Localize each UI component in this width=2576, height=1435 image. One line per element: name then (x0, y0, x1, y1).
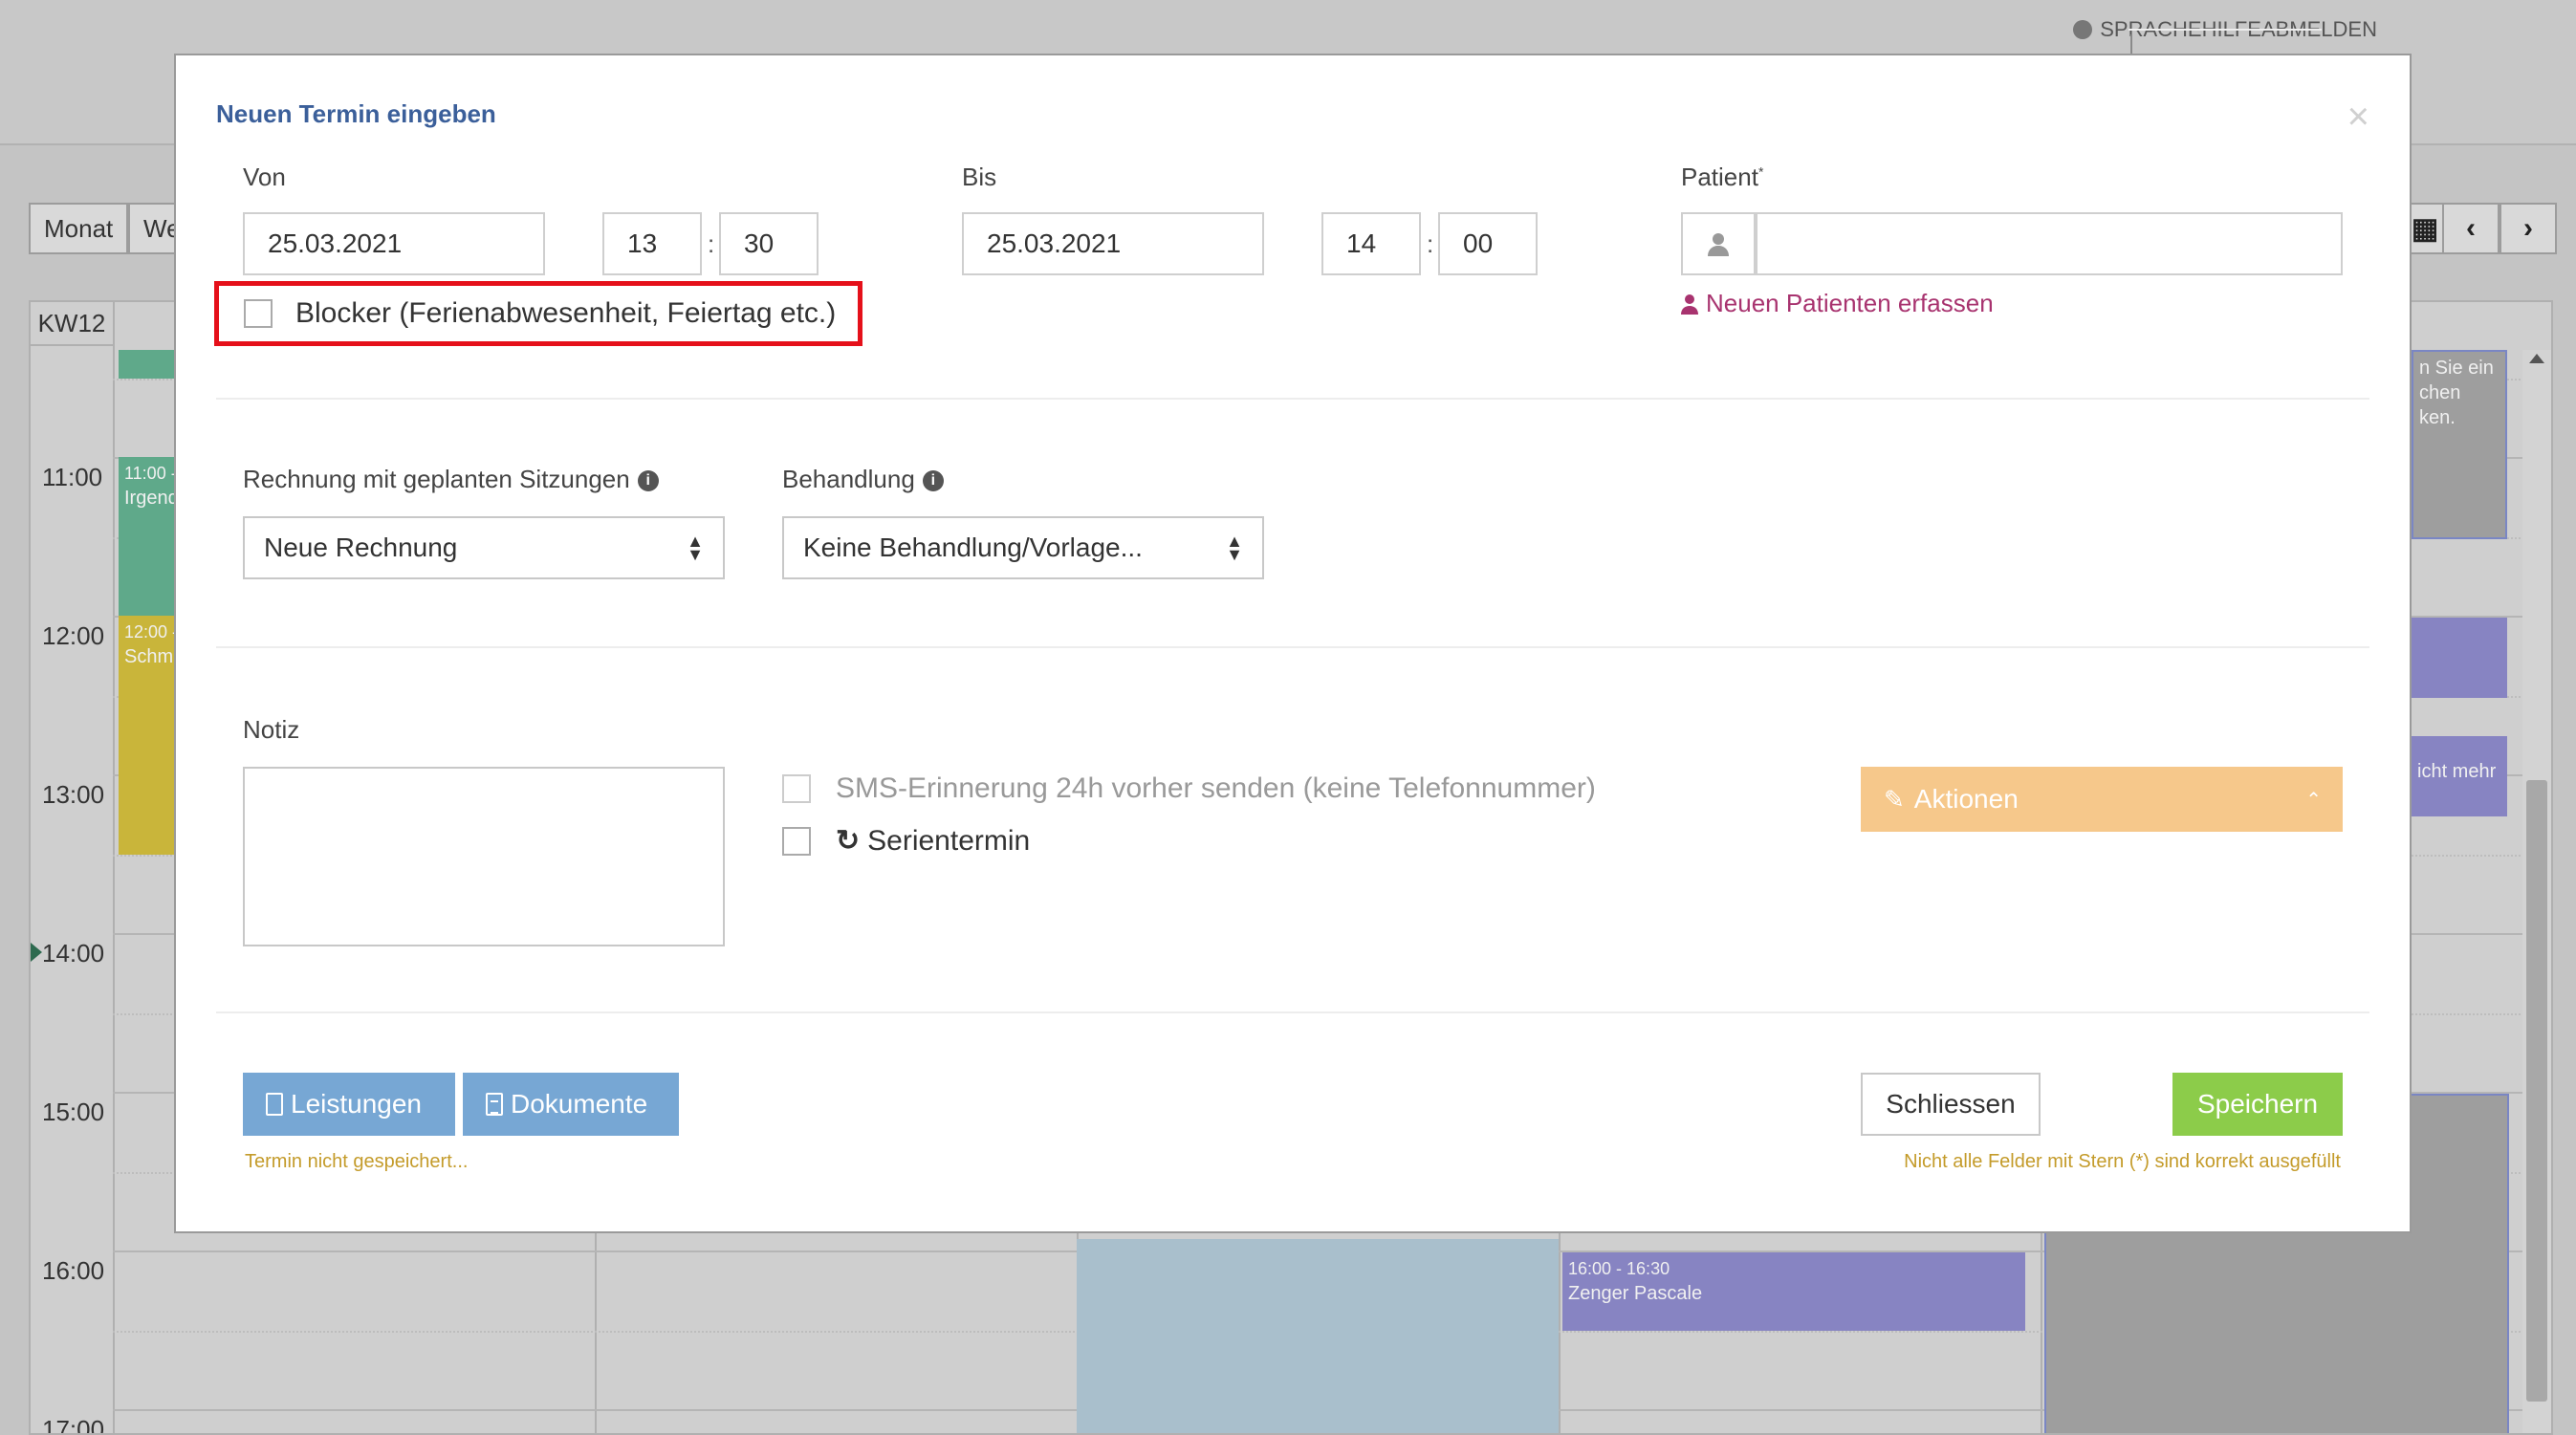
globe-icon (2073, 20, 2093, 39)
sms-reminder-option[interactable]: SMS-Erinnerung 24h vorher senden (keine … (782, 772, 1596, 805)
time-label: 14:00 (42, 939, 105, 968)
rechnung-label-text: Rechnung mit geplanten Sitzungen (243, 465, 630, 493)
new-patient-link-text: Neuen Patienten erfassen (1706, 289, 1994, 317)
scroll-up-icon[interactable] (2529, 354, 2544, 363)
schliessen-button[interactable]: Schliessen (1861, 1073, 2041, 1136)
serientermin-label: Serientermin (867, 824, 1031, 857)
view-month-button[interactable]: Monat (29, 203, 128, 254)
serientermin-text: ↻ Serientermin (836, 824, 1030, 858)
info-icon[interactable]: i (922, 470, 944, 492)
link-separator: | (2128, 29, 2322, 54)
event-title: Zenger Pascale (1568, 1283, 1703, 1304)
behandlung-label-text: Behandlung (782, 465, 915, 493)
chevron-up-icon: ⌃ (2305, 789, 2322, 811)
calendar-event[interactable] (2412, 618, 2507, 698)
event-text: n Sie ein (2419, 358, 2494, 379)
scroll-thumb[interactable] (2526, 780, 2547, 1402)
dialog-title: Neuen Termin eingeben (216, 99, 496, 128)
section-divider (216, 646, 2369, 648)
user-icon (1681, 212, 1756, 275)
serientermin-checkbox[interactable] (782, 826, 811, 856)
rechnung-select[interactable]: Neue Rechnung ▲ ▼ (243, 516, 725, 579)
behandlung-label: Behandlung i (782, 465, 944, 494)
required-mark: * (1757, 163, 1764, 180)
now-indicator (31, 943, 42, 962)
info-icon[interactable]: i (637, 470, 659, 492)
von-label: Von (243, 163, 286, 191)
rechnung-value: Neue Rechnung (264, 533, 458, 562)
section-divider (216, 1011, 2369, 1013)
file-icon (266, 1093, 283, 1116)
von-minute-input[interactable]: 30 (719, 212, 819, 275)
file-text-icon (486, 1093, 503, 1116)
bis-label: Bis (962, 163, 997, 191)
week-number: KW12 (31, 302, 115, 346)
behandlung-value: Keine Behandlung/Vorlage... (803, 533, 1143, 562)
dokumente-button[interactable]: Dokumente (463, 1073, 679, 1136)
validation-hint: Nicht alle Felder mit Stern (*) sind kor… (1904, 1151, 2341, 1172)
bis-date-input[interactable]: 25.03.2021 (962, 212, 1264, 275)
patient-label: Patient* (1681, 163, 1763, 192)
bis-hour-input[interactable]: 14 (1321, 212, 1421, 275)
time-label: 13:00 (42, 780, 105, 809)
prev-week-button[interactable]: ‹ (2442, 203, 2500, 254)
edit-icon: ✎ (1884, 784, 1905, 814)
patient-label-text: Patient (1681, 163, 1758, 191)
time-label: 15:00 (42, 1098, 105, 1126)
event-text: chen (2419, 382, 2461, 403)
time-label: 16:00 (42, 1256, 105, 1285)
save-status-text: Termin nicht gespeichert... (245, 1151, 469, 1172)
patient-input[interactable] (1756, 212, 2343, 275)
sms-checkbox[interactable] (782, 774, 811, 803)
calendar-scrollbar[interactable] (2522, 350, 2551, 1433)
select-arrows-icon: ▲ ▼ (687, 532, 704, 564)
von-hour-input[interactable]: 13 (602, 212, 702, 275)
time-label: 17:00 (42, 1415, 105, 1435)
rechnung-label: Rechnung mit geplanten Sitzungen i (243, 465, 659, 494)
aktionen-button[interactable]: ✎ Aktionen ⌃ (1861, 767, 2343, 832)
sms-label: SMS-Erinnerung 24h vorher senden (keine … (836, 772, 1596, 804)
notiz-label: Notiz (243, 715, 300, 744)
close-icon[interactable]: × (2347, 98, 2369, 136)
refresh-icon: ↻ (836, 825, 861, 857)
calendar-event[interactable]: n Sie ein chen ken. (2412, 350, 2507, 539)
speichern-button[interactable]: Speichern (2172, 1073, 2343, 1136)
user-plus-icon (1681, 294, 1698, 315)
leistungen-label: Leistungen (291, 1089, 423, 1119)
leistungen-button[interactable]: Leistungen (243, 1073, 455, 1136)
calendar-event[interactable]: 16:00 - 16:30 Zenger Pascale (1562, 1252, 2025, 1331)
time-label: 11:00 (42, 463, 103, 491)
event-time: 16:00 - 16:30 (1568, 1259, 1670, 1278)
section-divider (216, 398, 2369, 400)
notiz-textarea[interactable] (243, 767, 725, 946)
dokumente-label: Dokumente (511, 1089, 648, 1119)
time-label: 12:00 (42, 621, 105, 650)
highlighted-day-area (1077, 1239, 1559, 1433)
von-date-input[interactable]: 25.03.2021 (243, 212, 545, 275)
aktionen-content: ✎ Aktionen (1884, 784, 2019, 815)
blocker-checkbox[interactable] (244, 299, 273, 328)
serientermin-option[interactable]: ↻ Serientermin (782, 824, 1030, 858)
new-appointment-dialog: Neuen Termin eingeben × Von 25.03.2021 1… (174, 54, 2412, 1233)
event-text: icht mehr (2417, 761, 2497, 782)
calendar-event[interactable]: icht mehr (2412, 736, 2507, 816)
blocker-option[interactable]: Blocker (Ferienabwesenheit, Feiertag etc… (214, 281, 862, 346)
top-links: SPRACHE | HILFE | ABMELDEN (2073, 17, 2377, 54)
aktionen-label: Aktionen (1913, 784, 2019, 814)
bis-minute-input[interactable]: 00 (1438, 212, 1538, 275)
new-patient-link[interactable]: Neuen Patienten erfassen (1681, 289, 1994, 318)
behandlung-select[interactable]: Keine Behandlung/Vorlage... ▲ ▼ (782, 516, 1264, 579)
blocker-label: Blocker (Ferienabwesenheit, Feiertag etc… (295, 297, 837, 329)
event-text: ken. (2419, 407, 2456, 428)
select-arrows-icon: ▲ ▼ (1226, 532, 1243, 564)
time-separator: : (708, 229, 715, 258)
time-separator: : (1427, 229, 1434, 258)
next-week-button[interactable]: › (2500, 203, 2557, 254)
